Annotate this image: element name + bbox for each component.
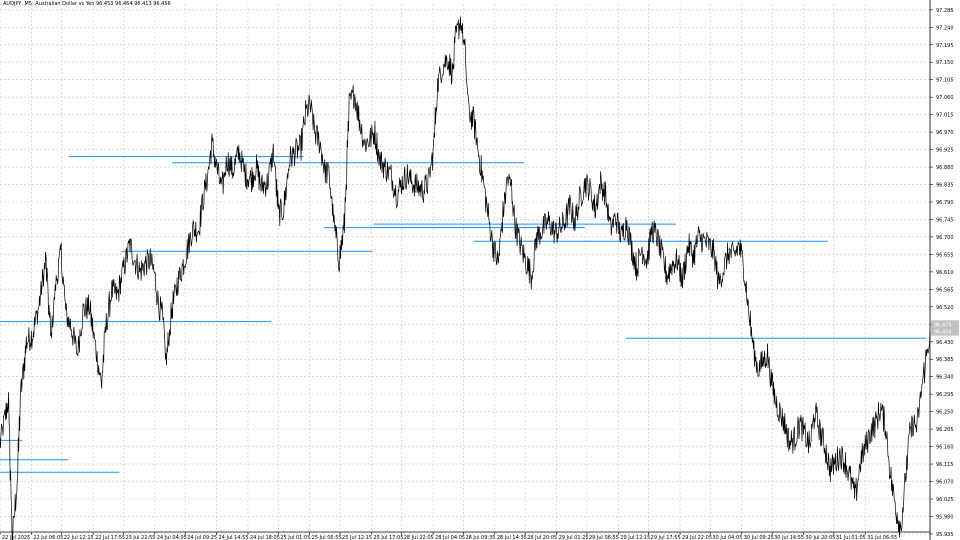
y-tick-label: 96.700: [936, 235, 954, 241]
y-tick-label: 96.430: [936, 340, 954, 346]
y-tick-label: 96.610: [936, 270, 954, 276]
y-tick-label: 96.385: [936, 357, 954, 363]
current-price-label: 96.456: [934, 330, 952, 336]
y-tick-label: 97.060: [936, 95, 954, 101]
y-tick-label: 97.195: [936, 43, 954, 49]
y-tick-label: 97.105: [936, 78, 954, 84]
y-tick-label: 97.015: [936, 113, 954, 119]
y-tick-label: 95.980: [936, 514, 954, 520]
x-tick-label: 24 Jul 04:05: [157, 535, 187, 540]
price-chart[interactable]: 97.285 97.240 97.195 97.150 97.105 97.060 97.0…: [0, 0, 960, 540]
y-tick-label: 96.520: [936, 305, 954, 311]
x-tick-label: 29 Jul 06:55: [589, 535, 619, 540]
y-tick-label: 96.115: [936, 462, 954, 468]
x-tick-label: 23 Jul 22:55: [125, 535, 155, 540]
x-tick-label: 30 Jul 09:25: [744, 535, 774, 540]
y-tick-label: 97.285: [936, 8, 954, 14]
y-tick-label: 96.250: [936, 410, 954, 416]
x-tick-label: 25 Jul 06:55: [312, 535, 342, 540]
y-tick-label: 96.790: [936, 200, 954, 206]
y-tick-label: 96.565: [936, 287, 954, 293]
x-tick-label: 30 Jul 14:55: [774, 535, 804, 540]
y-tick-label: 96.160: [936, 445, 954, 451]
x-tick-label: 29 Jul 22:05: [682, 535, 712, 540]
y-tick-label: 96.970: [936, 130, 954, 136]
y-tick-label: 96.340: [936, 375, 954, 381]
x-tick-label: 31 Jul 06:55: [867, 535, 897, 540]
x-tick-label: 22 Jul 12:15: [64, 535, 94, 540]
y-tick-label: 96.025: [936, 497, 954, 503]
x-tick-label: 28 Jul 20:05: [527, 535, 557, 540]
x-tick-label: 30 Jul 04:05: [712, 535, 742, 540]
x-tick-label: 25 Jul 17:05: [373, 535, 403, 540]
x-tick-label: 24 Jul 18:05: [250, 535, 280, 540]
y-tick-label: 97.150: [936, 60, 954, 66]
horizontal-levels: [0, 156, 926, 473]
x-tick-label: 28 Jul 09:35: [465, 535, 495, 540]
x-tick-label: 25 Jul 12:15: [342, 535, 372, 540]
y-tick-label: 96.655: [936, 252, 954, 258]
x-tick-label: 22 Jul 2025: [2, 535, 30, 540]
x-tick-label: 28 Jul 22:05: [404, 535, 434, 540]
x-tick-label: 22 Jul 06:05: [33, 535, 63, 540]
symbol-info: AUDJPY, M5: Australian Dollar vs Yen 96.…: [3, 1, 171, 7]
x-tick-label: 29 Jul 17:55: [651, 535, 681, 540]
y-tick-label: 96.745: [936, 217, 954, 223]
y-tick-label: 96.925: [936, 148, 954, 154]
y-tick-label: 96.835: [936, 183, 954, 189]
y-tick-label: 96.205: [936, 427, 954, 433]
y-tick-label: 96.295: [936, 392, 954, 398]
x-tick-label: 31 Jul 01:05: [836, 535, 866, 540]
x-tick-label: 25 Jul 01:05: [280, 535, 310, 540]
x-tick-label: 22 Jul 17:55: [95, 535, 125, 540]
y-tick-label: 96.880: [936, 165, 954, 171]
y-tick-label: 95.935: [936, 532, 954, 538]
x-tick-label: 29 Jul 12:15: [620, 535, 650, 540]
price-line: [0, 16, 931, 540]
x-tick-label: 24 Jul 14:55: [219, 535, 249, 540]
x-tick-label: 28 Jul 14:35: [497, 535, 527, 540]
x-tick-label: 24 Jul 09:25: [187, 535, 217, 540]
x-tick-label: 30 Jul 20:05: [806, 535, 836, 540]
x-tick-label: 28 Jul 04:05: [435, 535, 465, 540]
y-tick-label: 96.070: [936, 480, 954, 486]
x-tick-label: 29 Jul 01:25: [559, 535, 589, 540]
y-tick-label: 97.240: [936, 25, 954, 31]
prev-price-label: 96.475: [934, 322, 952, 328]
